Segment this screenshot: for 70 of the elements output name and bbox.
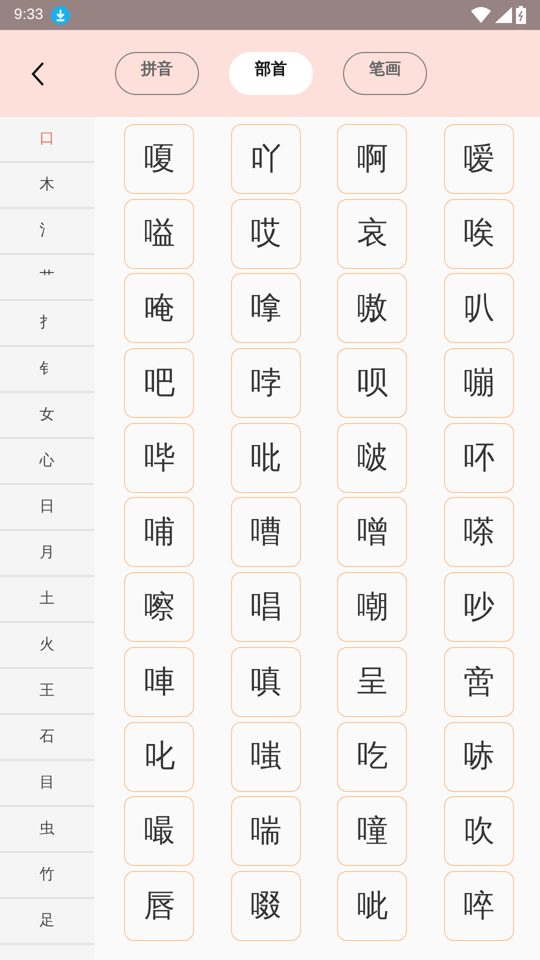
character-button[interactable]: 吡 bbox=[230, 422, 301, 493]
character-button[interactable]: 嘲 bbox=[337, 572, 408, 642]
radical-item[interactable]: 钅 bbox=[0, 347, 94, 393]
character-button[interactable]: 嘣 bbox=[444, 348, 514, 418]
character-button[interactable]: 啵 bbox=[337, 422, 408, 493]
character-button[interactable]: 哺 bbox=[124, 497, 194, 568]
radical-item[interactable]: 足 bbox=[0, 899, 94, 945]
download-icon bbox=[51, 6, 70, 24]
signal-icon bbox=[495, 7, 512, 23]
radical-item[interactable]: 木 bbox=[0, 163, 94, 209]
character-button[interactable]: 吵 bbox=[444, 572, 514, 642]
character-button[interactable]: 噇 bbox=[337, 796, 408, 866]
radical-item[interactable]: 王 bbox=[0, 669, 94, 715]
wifi-icon bbox=[471, 7, 491, 23]
radical-item[interactable]: 艹 bbox=[0, 255, 94, 301]
character-button[interactable]: 嗏 bbox=[444, 497, 514, 568]
tab[interactable]: 笔画 bbox=[343, 52, 427, 95]
character-button[interactable]: 哎 bbox=[230, 198, 301, 269]
character-button[interactable]: 呲 bbox=[337, 870, 408, 941]
character-button[interactable]: 吃 bbox=[337, 722, 408, 792]
character-button[interactable]: 喘 bbox=[230, 796, 301, 866]
character-button[interactable]: 噌 bbox=[337, 497, 408, 568]
battery-icon bbox=[516, 6, 526, 24]
character-button[interactable]: 哧 bbox=[444, 722, 514, 792]
character-button[interactable]: 叭 bbox=[444, 273, 514, 344]
character-button[interactable]: 唱 bbox=[230, 572, 301, 642]
character-button[interactable]: 哀 bbox=[337, 198, 408, 269]
character-button[interactable]: 吥 bbox=[444, 422, 514, 493]
character-button[interactable]: 嗄 bbox=[124, 124, 194, 194]
character-button[interactable]: 哔 bbox=[124, 422, 194, 493]
radical-item[interactable]: 竹 bbox=[0, 853, 94, 899]
character-button[interactable]: 呈 bbox=[337, 646, 408, 717]
status-time: 9:33 bbox=[14, 4, 44, 25]
character-button[interactable]: 啜 bbox=[230, 870, 301, 941]
character-button[interactable]: 嗱 bbox=[230, 273, 301, 344]
character-button[interactable]: 叱 bbox=[124, 722, 194, 792]
radical-item[interactable]: 石 bbox=[0, 715, 94, 761]
character-button[interactable]: 唇 bbox=[124, 870, 194, 941]
character-button[interactable]: 唉 bbox=[444, 198, 514, 269]
character-button[interactable]: 吧 bbox=[124, 348, 194, 418]
radical-item[interactable]: 心 bbox=[0, 439, 94, 485]
character-button[interactable]: 啻 bbox=[444, 646, 514, 717]
radical-item[interactable]: 土 bbox=[0, 577, 94, 623]
radical-item[interactable]: 日 bbox=[0, 485, 94, 531]
tab[interactable]: 部首 bbox=[229, 52, 313, 95]
character-button[interactable]: 嚓 bbox=[124, 572, 194, 642]
radical-item[interactable]: 氵 bbox=[0, 209, 94, 255]
character-button[interactable]: 嘈 bbox=[230, 497, 301, 568]
character-button[interactable]: 唵 bbox=[124, 273, 194, 344]
character-button[interactable]: 唓 bbox=[124, 646, 194, 717]
radical-item[interactable]: 火 bbox=[0, 623, 94, 669]
character-button[interactable]: 哱 bbox=[230, 348, 301, 418]
character-button[interactable]: 呗 bbox=[337, 348, 408, 418]
character-button[interactable]: 嗌 bbox=[124, 198, 194, 269]
back-icon bbox=[30, 60, 46, 86]
character-button[interactable]: 嗷 bbox=[337, 273, 408, 344]
character-button[interactable]: 嗔 bbox=[230, 646, 301, 717]
character-button[interactable]: 嘬 bbox=[124, 796, 194, 866]
character-button[interactable]: 吖 bbox=[230, 124, 301, 194]
character-button[interactable]: 嗤 bbox=[230, 722, 301, 792]
radical-item[interactable]: 扌 bbox=[0, 301, 94, 347]
character-button[interactable]: 嗳 bbox=[444, 124, 514, 194]
radical-item[interactable]: 月 bbox=[0, 531, 94, 577]
radical-item[interactable]: 目 bbox=[0, 761, 94, 807]
character-button[interactable]: 啐 bbox=[444, 870, 514, 941]
character-button[interactable]: 啊 bbox=[337, 124, 408, 194]
radical-item[interactable]: 虫 bbox=[0, 807, 94, 853]
character-button[interactable]: 吹 bbox=[444, 796, 514, 866]
tab[interactable]: 拼音 bbox=[115, 52, 199, 95]
radical-item[interactable]: 女 bbox=[0, 393, 94, 439]
